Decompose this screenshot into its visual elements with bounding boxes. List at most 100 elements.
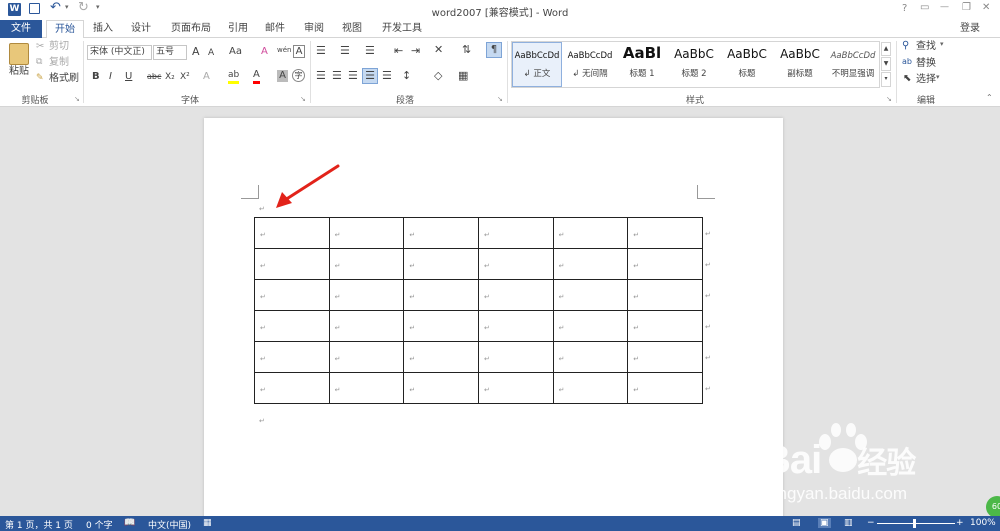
web-layout-icon[interactable]: ▥: [844, 518, 853, 528]
multilevel-list-icon[interactable]: ☰: [365, 44, 375, 57]
tab-design[interactable]: 设计: [124, 20, 158, 38]
macro-record-icon[interactable]: ▦: [203, 518, 212, 528]
paragraph-launcher-icon[interactable]: ↘: [497, 95, 503, 103]
font-size-select[interactable]: 五号: [153, 45, 187, 60]
minimize-button[interactable]: —: [940, 2, 949, 12]
italic-button[interactable]: I: [109, 70, 112, 84]
table-cell[interactable]: ↵: [403, 279, 479, 311]
character-shading-button[interactable]: A: [277, 70, 288, 82]
text-effects-button[interactable]: A: [203, 70, 210, 84]
change-case-button[interactable]: Aa: [229, 45, 242, 59]
show-marks-icon[interactable]: ¶: [486, 42, 502, 58]
read-mode-icon[interactable]: ▤: [792, 518, 801, 528]
format-painter-button[interactable]: 格式刷: [49, 72, 79, 86]
table-cell[interactable]: ↵: [254, 310, 330, 342]
table-cell[interactable]: ↵: [477, 310, 554, 342]
styles-scroll-down-icon[interactable]: ▼: [881, 57, 891, 71]
select-icon[interactable]: ⬉: [903, 73, 911, 84]
table-cell[interactable]: ↵: [403, 248, 479, 280]
table-cell[interactable]: ↵: [477, 279, 554, 311]
tab-view[interactable]: 视图: [336, 20, 368, 38]
proofing-icon[interactable]: 📖: [124, 518, 135, 528]
login-link[interactable]: 登录: [954, 20, 986, 38]
line-spacing-icon[interactable]: ↕: [402, 69, 411, 82]
clipboard-launcher-icon[interactable]: ↘: [74, 95, 80, 103]
table-cell[interactable]: ↵: [254, 372, 330, 404]
bullets-icon[interactable]: ☰: [316, 44, 326, 57]
maximize-button[interactable]: ❐: [962, 2, 971, 13]
tab-review[interactable]: 审阅: [298, 20, 330, 38]
table-cell[interactable]: ↵: [627, 217, 703, 249]
styles-scroll-up-icon[interactable]: ▲: [881, 42, 891, 56]
clear-formatting-button[interactable]: A: [261, 45, 268, 59]
styles-launcher-icon[interactable]: ↘: [886, 95, 892, 103]
styles-more-icon[interactable]: ▾: [881, 72, 891, 87]
numbering-icon[interactable]: ☰: [340, 44, 350, 57]
phonetic-guide-button[interactable]: wén: [277, 43, 291, 57]
enclose-characters-button[interactable]: 字: [292, 69, 305, 82]
cut-icon[interactable]: ✂: [36, 41, 44, 52]
table-cell[interactable]: ↵: [627, 279, 703, 311]
table-cell[interactable]: ↵: [552, 217, 629, 249]
grow-font-button[interactable]: A: [192, 45, 200, 59]
shading-icon[interactable]: ◇: [434, 69, 442, 82]
table-cell[interactable]: ↵: [328, 310, 405, 342]
find-button[interactable]: 查找: [916, 40, 936, 54]
table-cell[interactable]: ↵: [627, 341, 703, 373]
table-cell[interactable]: ↵: [552, 341, 629, 373]
table-cell[interactable]: ↵: [328, 248, 405, 280]
align-center-icon[interactable]: ☰: [332, 69, 342, 82]
find-dropdown-icon[interactable]: ▾: [940, 40, 944, 48]
table-cell[interactable]: ↵: [254, 217, 330, 249]
table-cell[interactable]: ↵: [254, 341, 330, 373]
table-cell[interactable]: ↵: [477, 217, 554, 249]
print-layout-icon[interactable]: ▣: [818, 518, 831, 528]
bold-button[interactable]: B: [92, 70, 100, 84]
superscript-button[interactable]: X²: [180, 70, 190, 84]
table-cell[interactable]: ↵: [477, 248, 554, 280]
underline-button[interactable]: U: [125, 70, 132, 84]
copy-button[interactable]: 复制: [49, 56, 69, 70]
table-cell[interactable]: ↵: [627, 372, 703, 404]
table-cell[interactable]: ↵: [403, 341, 479, 373]
help-button[interactable]: ?: [902, 3, 907, 14]
table-cell[interactable]: ↵: [552, 310, 629, 342]
highlight-button[interactable]: ab: [228, 69, 240, 84]
character-border-button[interactable]: A: [293, 45, 305, 58]
table-cell[interactable]: ↵: [403, 217, 479, 249]
tab-file[interactable]: 文件: [0, 20, 42, 38]
table-cell[interactable]: ↵: [627, 248, 703, 280]
subscript-button[interactable]: X₂: [165, 70, 175, 84]
font-launcher-icon[interactable]: ↘: [300, 95, 306, 103]
chinese-layout-icon[interactable]: ✕: [434, 43, 443, 56]
table-cell[interactable]: ↵: [328, 372, 405, 404]
find-icon[interactable]: ⚲: [902, 40, 909, 51]
decrease-indent-icon[interactable]: ⇤: [394, 44, 403, 57]
zoom-slider[interactable]: [877, 523, 955, 524]
tab-layout[interactable]: 页面布局: [165, 20, 217, 38]
zoom-slider-thumb[interactable]: [913, 519, 916, 528]
sort-icon[interactable]: ⇅: [462, 43, 471, 56]
justify-icon[interactable]: ☰: [362, 68, 378, 84]
select-dropdown-icon[interactable]: ▾: [936, 73, 940, 81]
table-cell[interactable]: ↵: [328, 279, 405, 311]
strikethrough-button[interactable]: abc: [147, 70, 161, 84]
close-button[interactable]: ✕: [982, 2, 990, 13]
table-cell[interactable]: ↵: [254, 279, 330, 311]
format-painter-icon[interactable]: ✎: [36, 73, 44, 83]
select-button[interactable]: 选择: [916, 73, 936, 87]
font-color-button[interactable]: A: [253, 69, 260, 84]
increase-indent-icon[interactable]: ⇥: [411, 44, 420, 57]
table-cell[interactable]: ↵: [403, 310, 479, 342]
tab-home[interactable]: 开始: [46, 20, 84, 39]
zoom-in-icon[interactable]: +: [956, 518, 964, 528]
table-cell[interactable]: ↵: [552, 248, 629, 280]
table-cell[interactable]: ↵: [403, 372, 479, 404]
table-cell[interactable]: ↵: [552, 372, 629, 404]
zoom-level[interactable]: 100%: [970, 518, 996, 528]
table-cell[interactable]: ↵: [552, 279, 629, 311]
language[interactable]: 中文(中国): [148, 518, 191, 531]
tab-mailings[interactable]: 邮件: [259, 20, 291, 38]
borders-icon[interactable]: ▦: [458, 69, 468, 82]
cut-button[interactable]: 剪切: [49, 40, 69, 54]
